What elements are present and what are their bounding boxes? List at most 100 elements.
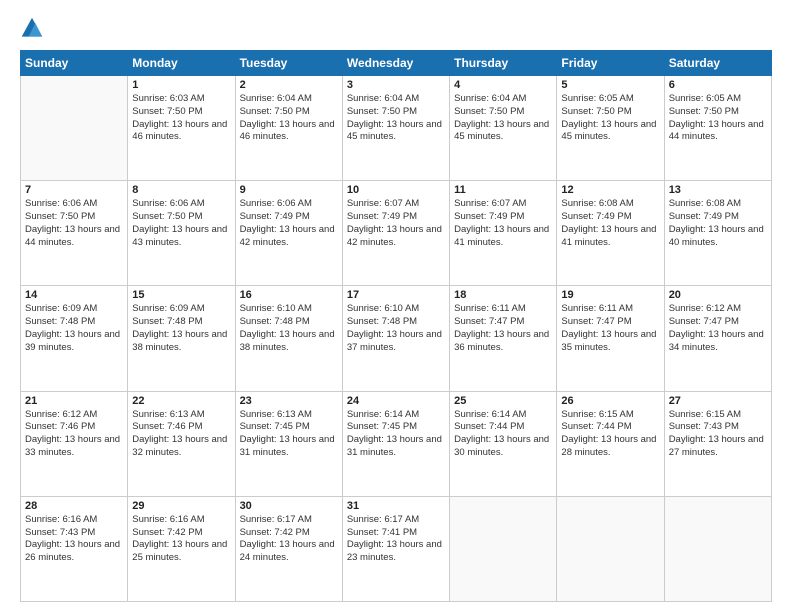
day-number: 14	[25, 289, 123, 301]
day-number: 16	[240, 289, 338, 301]
weekday-header-tuesday: Tuesday	[235, 51, 342, 76]
calendar-cell: 16Sunrise: 6:10 AM Sunset: 7:48 PM Dayli…	[235, 286, 342, 391]
cell-info: Sunrise: 6:14 AM Sunset: 7:44 PM Dayligh…	[454, 409, 552, 460]
day-number: 11	[454, 184, 552, 196]
cell-info: Sunrise: 6:08 AM Sunset: 7:49 PM Dayligh…	[561, 198, 659, 249]
calendar-cell: 19 Sunrise: 6:11 AM Sunset: 7:47 PM Dayli…	[557, 286, 664, 391]
calendar-cell: 25 Sunrise: 6:14 AM Sunset: 7:44 PM Dayli…	[450, 391, 557, 496]
cell-info: Sunrise: 6:10 AM Sunset: 7:48 PM Dayligh…	[347, 303, 445, 354]
calendar-cell: 10 Sunrise: 6:07 AM Sunset: 7:49 PM Dayli…	[342, 181, 449, 286]
logo	[20, 16, 48, 40]
week-row-2: 14 Sunrise: 6:09 AM Sunset: 7:48 PM Dayli…	[21, 286, 772, 391]
day-number: 10	[347, 184, 445, 196]
cell-info: Sunrise: 6:17 AM Sunset: 7:42 PM Dayligh…	[240, 514, 338, 565]
calendar-cell: 30 Sunrise: 6:17 AM Sunset: 7:42 PM Dayli…	[235, 496, 342, 601]
cell-info: Sunrise: 6:11 AM Sunset: 7:47 PM Dayligh…	[561, 303, 659, 354]
week-row-0: 1Sunrise: 6:03 AM Sunset: 7:50 PM Daylig…	[21, 76, 772, 181]
cell-info: Sunrise: 6:06 AM Sunset: 7:50 PM Dayligh…	[132, 198, 230, 249]
day-number: 2	[240, 79, 338, 91]
calendar-cell: 6 Sunrise: 6:05 AM Sunset: 7:50 PM Daylig…	[664, 76, 771, 181]
cell-info: Sunrise: 6:05 AM Sunset: 7:50 PM Dayligh…	[561, 93, 659, 144]
cell-info: Sunrise: 6:07 AM Sunset: 7:49 PM Dayligh…	[347, 198, 445, 249]
calendar-cell: 2Sunrise: 6:04 AM Sunset: 7:50 PM Daylig…	[235, 76, 342, 181]
day-number: 26	[561, 395, 659, 407]
day-number: 28	[25, 500, 123, 512]
weekday-header-sunday: Sunday	[21, 51, 128, 76]
calendar-cell	[21, 76, 128, 181]
cell-info: Sunrise: 6:14 AM Sunset: 7:45 PM Dayligh…	[347, 409, 445, 460]
cell-info: Sunrise: 6:05 AM Sunset: 7:50 PM Dayligh…	[669, 93, 767, 144]
calendar-cell: 24 Sunrise: 6:14 AM Sunset: 7:45 PM Dayli…	[342, 391, 449, 496]
calendar-cell: 17 Sunrise: 6:10 AM Sunset: 7:48 PM Dayli…	[342, 286, 449, 391]
cell-info: Sunrise: 6:13 AM Sunset: 7:46 PM Dayligh…	[132, 409, 230, 460]
week-row-4: 28 Sunrise: 6:16 AM Sunset: 7:43 PM Dayli…	[21, 496, 772, 601]
calendar-cell: 12Sunrise: 6:08 AM Sunset: 7:49 PM Dayli…	[557, 181, 664, 286]
calendar-table: SundayMondayTuesdayWednesdayThursdayFrid…	[20, 50, 772, 602]
week-row-3: 21Sunrise: 6:12 AM Sunset: 7:46 PM Dayli…	[21, 391, 772, 496]
cell-info: Sunrise: 6:09 AM Sunset: 7:48 PM Dayligh…	[25, 303, 123, 354]
calendar-cell: 27 Sunrise: 6:15 AM Sunset: 7:43 PM Dayli…	[664, 391, 771, 496]
cell-info: Sunrise: 6:06 AM Sunset: 7:49 PM Dayligh…	[240, 198, 338, 249]
calendar-cell	[450, 496, 557, 601]
cell-info: Sunrise: 6:17 AM Sunset: 7:41 PM Dayligh…	[347, 514, 445, 565]
calendar-cell	[557, 496, 664, 601]
day-number: 7	[25, 184, 123, 196]
day-number: 6	[669, 79, 767, 91]
day-number: 30	[240, 500, 338, 512]
calendar-cell: 18 Sunrise: 6:11 AM Sunset: 7:47 PM Dayli…	[450, 286, 557, 391]
cell-info: Sunrise: 6:15 AM Sunset: 7:43 PM Dayligh…	[669, 409, 767, 460]
calendar-cell: 14 Sunrise: 6:09 AM Sunset: 7:48 PM Dayli…	[21, 286, 128, 391]
page: SundayMondayTuesdayWednesdayThursdayFrid…	[0, 0, 792, 612]
day-number: 29	[132, 500, 230, 512]
calendar-cell: 11Sunrise: 6:07 AM Sunset: 7:49 PM Dayli…	[450, 181, 557, 286]
calendar-cell: 1Sunrise: 6:03 AM Sunset: 7:50 PM Daylig…	[128, 76, 235, 181]
calendar-cell: 3 Sunrise: 6:04 AM Sunset: 7:50 PM Daylig…	[342, 76, 449, 181]
cell-info: Sunrise: 6:04 AM Sunset: 7:50 PM Dayligh…	[454, 93, 552, 144]
day-number: 9	[240, 184, 338, 196]
cell-info: Sunrise: 6:16 AM Sunset: 7:43 PM Dayligh…	[25, 514, 123, 565]
day-number: 4	[454, 79, 552, 91]
weekday-header-saturday: Saturday	[664, 51, 771, 76]
cell-info: Sunrise: 6:12 AM Sunset: 7:47 PM Dayligh…	[669, 303, 767, 354]
cell-info: Sunrise: 6:09 AM Sunset: 7:48 PM Dayligh…	[132, 303, 230, 354]
calendar-cell: 21Sunrise: 6:12 AM Sunset: 7:46 PM Dayli…	[21, 391, 128, 496]
weekday-header-row: SundayMondayTuesdayWednesdayThursdayFrid…	[21, 51, 772, 76]
calendar-cell: 26 Sunrise: 6:15 AM Sunset: 7:44 PM Dayli…	[557, 391, 664, 496]
day-number: 25	[454, 395, 552, 407]
day-number: 18	[454, 289, 552, 301]
logo-icon	[20, 16, 44, 40]
weekday-header-wednesday: Wednesday	[342, 51, 449, 76]
calendar-cell: 9 Sunrise: 6:06 AM Sunset: 7:49 PM Daylig…	[235, 181, 342, 286]
cell-info: Sunrise: 6:04 AM Sunset: 7:50 PM Dayligh…	[347, 93, 445, 144]
calendar-cell	[664, 496, 771, 601]
calendar-cell: 20 Sunrise: 6:12 AM Sunset: 7:47 PM Dayli…	[664, 286, 771, 391]
calendar-cell: 31Sunrise: 6:17 AM Sunset: 7:41 PM Dayli…	[342, 496, 449, 601]
day-number: 3	[347, 79, 445, 91]
day-number: 27	[669, 395, 767, 407]
calendar-cell: 13Sunrise: 6:08 AM Sunset: 7:49 PM Dayli…	[664, 181, 771, 286]
day-number: 20	[669, 289, 767, 301]
weekday-header-friday: Friday	[557, 51, 664, 76]
day-number: 1	[132, 79, 230, 91]
cell-info: Sunrise: 6:16 AM Sunset: 7:42 PM Dayligh…	[132, 514, 230, 565]
calendar-cell: 28 Sunrise: 6:16 AM Sunset: 7:43 PM Dayli…	[21, 496, 128, 601]
day-number: 8	[132, 184, 230, 196]
day-number: 17	[347, 289, 445, 301]
week-row-1: 7 Sunrise: 6:06 AM Sunset: 7:50 PM Daylig…	[21, 181, 772, 286]
cell-info: Sunrise: 6:15 AM Sunset: 7:44 PM Dayligh…	[561, 409, 659, 460]
day-number: 15	[132, 289, 230, 301]
calendar-cell: 29 Sunrise: 6:16 AM Sunset: 7:42 PM Dayli…	[128, 496, 235, 601]
calendar-cell: 7 Sunrise: 6:06 AM Sunset: 7:50 PM Daylig…	[21, 181, 128, 286]
day-number: 19	[561, 289, 659, 301]
day-number: 24	[347, 395, 445, 407]
cell-info: Sunrise: 6:11 AM Sunset: 7:47 PM Dayligh…	[454, 303, 552, 354]
calendar-cell: 5 Sunrise: 6:05 AM Sunset: 7:50 PM Daylig…	[557, 76, 664, 181]
calendar-cell: 22Sunrise: 6:13 AM Sunset: 7:46 PM Dayli…	[128, 391, 235, 496]
calendar-cell: 4 Sunrise: 6:04 AM Sunset: 7:50 PM Daylig…	[450, 76, 557, 181]
cell-info: Sunrise: 6:06 AM Sunset: 7:50 PM Dayligh…	[25, 198, 123, 249]
day-number: 5	[561, 79, 659, 91]
cell-info: Sunrise: 6:12 AM Sunset: 7:46 PM Dayligh…	[25, 409, 123, 460]
header	[20, 16, 772, 40]
cell-info: Sunrise: 6:13 AM Sunset: 7:45 PM Dayligh…	[240, 409, 338, 460]
weekday-header-thursday: Thursday	[450, 51, 557, 76]
